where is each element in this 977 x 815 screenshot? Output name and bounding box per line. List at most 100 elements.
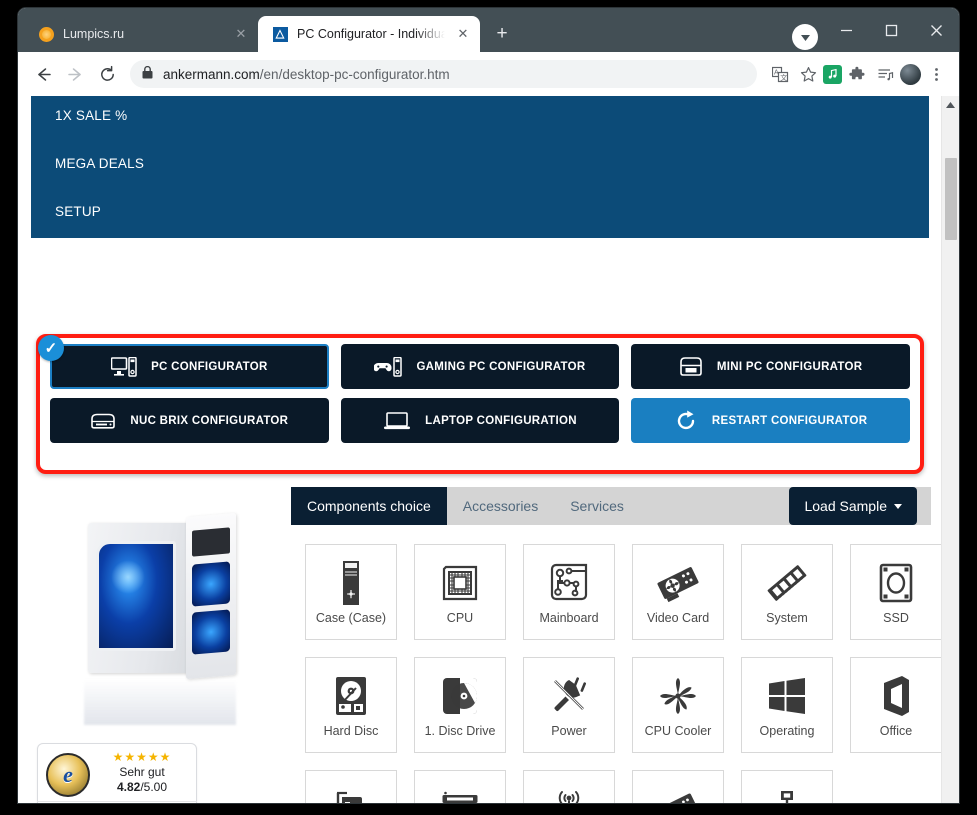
tile-label: Case (Case)	[315, 611, 387, 626]
laptop-icon	[383, 411, 411, 431]
button-label: GAMING PC CONFIGURATOR	[416, 360, 586, 373]
wifi-router-icon	[546, 785, 592, 803]
pc-case-icon	[336, 559, 366, 607]
component-tile-soundcard[interactable]: Soundcard	[632, 770, 724, 803]
forward-icon[interactable]	[60, 59, 90, 89]
scrollbar-thumb[interactable]	[945, 158, 957, 240]
tab-accessories[interactable]: Accessories	[447, 487, 554, 525]
component-tile-mainboard[interactable]: Mainboard	[523, 544, 615, 640]
maximize-button[interactable]	[869, 8, 914, 52]
component-tile-hard-disc[interactable]: Hard Disc	[305, 657, 397, 753]
component-tile-ssd[interactable]: SSD	[850, 544, 942, 640]
component-tile-office[interactable]: Office	[850, 657, 942, 753]
component-tile-cpu-cooler[interactable]: CPU Cooler	[632, 657, 724, 753]
power-plug-icon	[547, 672, 591, 720]
page-viewport: 1X SALE % MEGA DEALS SETUP ✓ PC CONFIGUR…	[18, 96, 959, 803]
rating-stars: ★★★★★	[112, 750, 172, 764]
rating-score: 4.82/5.00	[96, 780, 188, 794]
button-label: PC CONFIGURATOR	[151, 360, 268, 373]
component-tile-grid: Case (Case) CPU Mainboard Video Card Sys…	[291, 544, 942, 803]
new-tab-button[interactable]: +	[488, 20, 516, 48]
selected-check-icon: ✓	[38, 335, 64, 361]
load-sample-label: Load Sample	[804, 498, 887, 514]
browser-tab-pc-configurator[interactable]: △ PC Configurator - Individual cust ✕	[258, 16, 480, 52]
lock-icon	[142, 65, 153, 82]
extensions-puzzle-icon[interactable]	[844, 61, 870, 87]
close-window-button[interactable]	[914, 8, 959, 52]
tab-components-choice[interactable]: Components choice	[291, 487, 447, 525]
office-logo-icon	[878, 672, 914, 720]
chrome-menu-icon[interactable]	[923, 61, 949, 87]
component-tile-cardreader[interactable]: Cardreader	[414, 770, 506, 803]
nav-item-setup[interactable]: SETUP	[55, 204, 929, 219]
component-tile-power[interactable]: Power	[523, 657, 615, 753]
desktop-tower-icon	[111, 356, 137, 377]
address-bar[interactable]: ankermann.com/en/desktop-pc-configurator…	[130, 60, 757, 88]
product-sidebar: e ★★★★★ Sehr gut 4.82/5.00 Käuferschutz …	[31, 491, 277, 803]
close-icon[interactable]: ✕	[454, 25, 472, 43]
rating-label: Sehr gut	[119, 765, 165, 780]
site-navigation: 1X SALE % MEGA DEALS SETUP	[31, 96, 929, 238]
window-controls	[792, 8, 959, 52]
component-tile-video-card[interactable]: Video Card	[632, 544, 724, 640]
music-extension-icon[interactable]	[823, 64, 842, 84]
seal-letter: e	[63, 762, 73, 787]
profile-avatar[interactable]	[900, 63, 921, 85]
svg-text:文: 文	[780, 73, 787, 82]
url-text: ankermann.com/en/desktop-pc-configurator…	[163, 67, 450, 82]
component-tile-lan-card[interactable]: LAN Card	[741, 770, 833, 803]
tile-label: SSD	[883, 611, 909, 626]
lan-network-icon	[765, 785, 809, 803]
orange-circle-icon	[38, 26, 54, 42]
page-scrollbar[interactable]	[941, 96, 959, 803]
component-tile-wlan-unit[interactable]: W-LAN Unit	[523, 770, 615, 803]
tab-services[interactable]: Services	[554, 487, 640, 525]
mini-pc-configurator-button[interactable]: MINI PC CONFIGURATOR	[631, 344, 910, 389]
nav-item-mega-deals[interactable]: MEGA DEALS	[55, 156, 929, 171]
bookmark-star-icon[interactable]	[795, 61, 821, 87]
trusted-shops-badge[interactable]: e ★★★★★ Sehr gut 4.82/5.00	[37, 743, 197, 803]
reload-icon[interactable]	[92, 59, 122, 89]
ram-module-icon	[764, 559, 810, 607]
reading-list-icon[interactable]	[872, 61, 898, 87]
browser-window: Lumpics.ru ✕ △ PC Configurator - Individ…	[18, 8, 959, 803]
browser-toolbar: ankermann.com/en/desktop-pc-configurator…	[18, 52, 959, 96]
tab-search-icon[interactable]	[792, 24, 818, 50]
browser-tab-lumpics[interactable]: Lumpics.ru ✕	[24, 16, 258, 52]
component-tile-cpu[interactable]: CPU	[414, 544, 506, 640]
nav-item-sale[interactable]: 1X SALE %	[55, 108, 929, 123]
back-icon[interactable]	[28, 59, 58, 89]
web-page: 1X SALE % MEGA DEALS SETUP ✓ PC CONFIGUR…	[18, 96, 942, 803]
gaming-pc-configurator-button[interactable]: GAMING PC CONFIGURATOR	[340, 344, 620, 389]
nuc-brix-configurator-button[interactable]: NUC BRIX CONFIGURATOR	[50, 398, 329, 443]
load-sample-dropdown[interactable]: Load Sample	[789, 487, 917, 525]
mainboard-icon	[547, 559, 591, 607]
translate-icon[interactable]: A文	[767, 61, 793, 87]
configurator-type-buttons: ✓ PC CONFIGURATOR GAMING PC CONFIGURATOR	[38, 335, 920, 443]
windows-logo-icon	[765, 672, 809, 720]
score-max: /5.00	[140, 780, 168, 795]
button-label: MINI PC CONFIGURATOR	[716, 360, 863, 373]
component-tile-system[interactable]: System	[741, 544, 833, 640]
gamepad-tower-icon	[374, 356, 403, 377]
ssd-drive-icon	[877, 559, 915, 607]
fan-icon	[656, 672, 700, 720]
restart-configurator-button[interactable]: RESTART CONFIGURATOR	[631, 398, 910, 443]
laptop-configuration-button[interactable]: LAPTOP CONFIGURATION	[340, 398, 620, 443]
url-host: ankermann.com	[163, 66, 260, 82]
component-tile-operating[interactable]: Operating	[741, 657, 833, 753]
component-tile-case[interactable]: Case (Case)	[305, 544, 397, 640]
white-pc-tower-image[interactable]	[54, 512, 254, 725]
tile-label: CPU	[446, 611, 474, 626]
component-tile-disc-drive[interactable]: 1. Disc Drive	[414, 657, 506, 753]
scroll-up-arrow-icon[interactable]	[942, 96, 959, 114]
close-icon[interactable]: ✕	[232, 25, 250, 43]
component-tile-card[interactable]: Card	[305, 770, 397, 803]
tab-title: PC Configurator - Individual cust	[297, 27, 445, 41]
pc-configurator-button[interactable]: ✓ PC CONFIGURATOR	[38, 335, 329, 389]
button-label: NUC BRIX CONFIGURATOR	[130, 414, 289, 427]
tile-label: System	[766, 611, 808, 626]
minimize-button[interactable]	[824, 8, 869, 52]
tile-label: CPU Cooler	[644, 724, 712, 739]
url-path: /en/desktop-pc-configurator.htm	[259, 66, 450, 82]
